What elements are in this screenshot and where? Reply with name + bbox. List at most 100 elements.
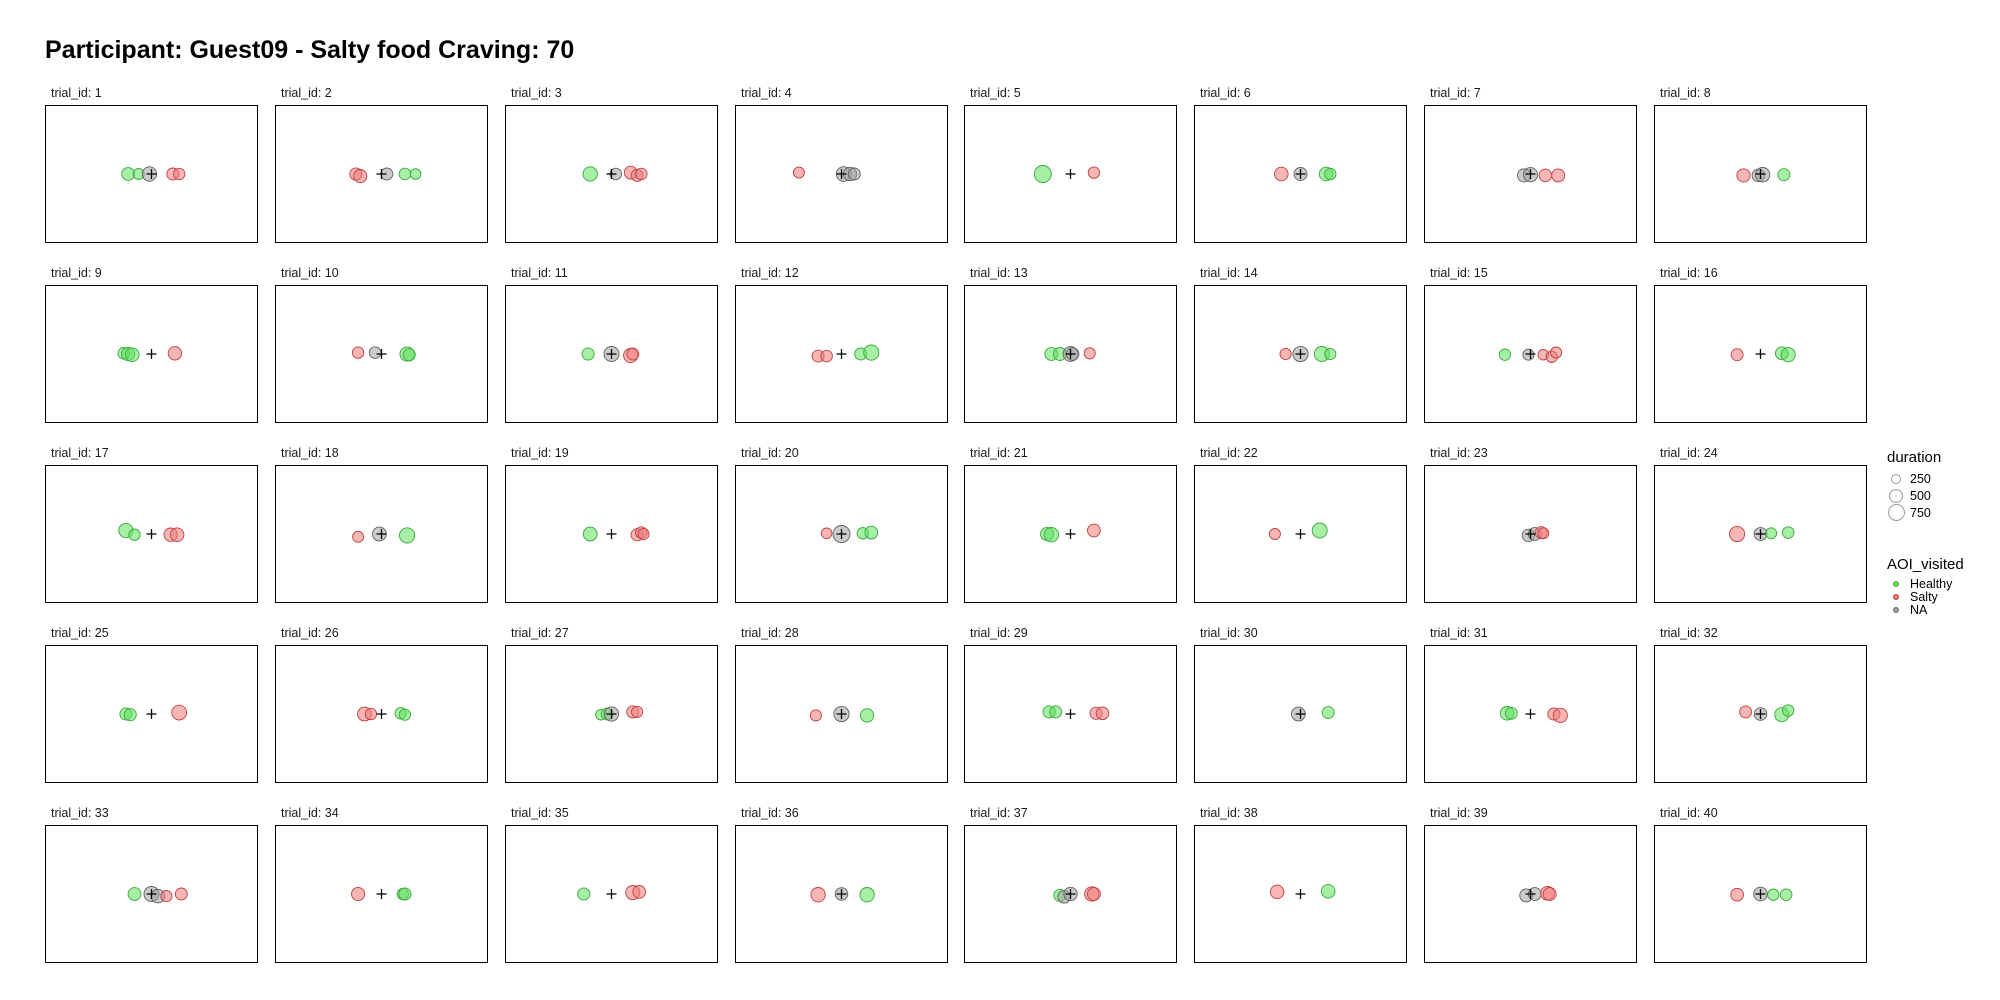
trial-panel: trial_id: 27 [505,626,718,783]
facet-label: trial_id: 10 [281,266,339,280]
panel-border [1194,105,1407,243]
panel-border [1654,285,1867,423]
trial-panel: trial_id: 5 [964,86,1177,243]
trial-panel: trial_id: 9 [45,266,258,423]
trial-panel: trial_id: 3 [505,86,718,243]
aoi-legend-title: AOI_visited [1887,556,1964,573]
facet-label: trial_id: 15 [1430,266,1488,280]
panel-border [735,645,948,783]
trial-panel: trial_id: 10 [275,266,488,423]
trial-panel: trial_id: 28 [735,626,948,783]
panel-border [505,285,718,423]
trial-panel: trial_id: 12 [735,266,948,423]
facet-label: trial_id: 20 [741,446,799,460]
chart-title: Participant: Guest09 - Salty food Cravin… [45,36,575,64]
facet-label: trial_id: 12 [741,266,799,280]
panel-border [964,105,1177,243]
trial-panel: trial_id: 20 [735,446,948,603]
trial-panel: trial_id: 26 [275,626,488,783]
salty-key [1893,593,1899,600]
trial-panel: trial_id: 16 [1654,266,1867,423]
duration-750-key [1887,504,1905,521]
panel-border [1194,285,1407,423]
facet-label: trial_id: 24 [1660,446,1718,460]
trial-panel: trial_id: 33 [45,806,258,963]
aoi-legend-item: Salty [1887,589,1964,604]
trial-panel: trial_id: 18 [275,446,488,603]
trial-panel: trial_id: 32 [1654,626,1867,783]
trial-panel: trial_id: 40 [1654,806,1867,963]
trial-panel: trial_id: 22 [1194,446,1407,603]
panel-border [964,285,1177,423]
trial-panel: trial_id: 15 [1424,266,1637,423]
facet-label: trial_id: 19 [511,446,569,460]
trial-panel: trial_id: 37 [964,806,1177,963]
facet-label: trial_id: 27 [511,626,569,640]
panel-border [964,645,1177,783]
facet-label: trial_id: 4 [741,86,792,100]
facet-label: trial_id: 39 [1430,806,1488,820]
panel-border [505,105,718,243]
panel-border [1194,465,1407,603]
healthy-key [1893,580,1899,587]
trial-panel: trial_id: 14 [1194,266,1407,423]
panel-border [1424,105,1637,243]
panel-border [45,645,258,783]
duration-legend-item: 250 [1887,470,1941,487]
duration-legend-item: 500 [1887,487,1941,504]
panel-border [1424,645,1637,783]
trial-panel: trial_id: 1 [45,86,258,243]
panel-border [1654,465,1867,603]
facet-label: trial_id: 11 [511,266,568,280]
panel-border [275,465,488,603]
panel-border [735,825,948,963]
panel-border [505,825,718,963]
panel-border [735,285,948,423]
facet-label: trial_id: 33 [51,806,109,820]
panel-border [505,645,718,783]
facet-label: trial_id: 34 [281,806,339,820]
panel-border [1654,105,1867,243]
panel-border [1424,825,1637,963]
trial-panel: trial_id: 31 [1424,626,1637,783]
facet-label: trial_id: 38 [1200,806,1258,820]
facet-label: trial_id: 28 [741,626,799,640]
panel-border [275,645,488,783]
panel-border [735,105,948,243]
aoi-legend-item: Healthy [1887,576,1964,591]
panel-border [45,285,258,423]
facet-label: trial_id: 13 [970,266,1028,280]
facet-label: trial_id: 26 [281,626,339,640]
facet-label: trial_id: 2 [281,86,332,100]
duration-250-key [1891,473,1901,484]
trial-panel: trial_id: 39 [1424,806,1637,963]
facet-label: trial_id: 23 [1430,446,1488,460]
facet-label: trial_id: 22 [1200,446,1258,460]
duration-legend-label: 500 [1910,488,1931,503]
facet-label: trial_id: 1 [51,86,102,100]
facet-label: trial_id: 3 [511,86,562,100]
panel-border [275,105,488,243]
trial-panel: trial_id: 19 [505,446,718,603]
aoi-legend-label: Salty [1910,589,1938,604]
panel-border [45,465,258,603]
facet-label: trial_id: 36 [741,806,799,820]
na-key [1893,606,1899,613]
duration-legend-title: duration [1887,449,1942,466]
panel-border [735,465,948,603]
panel-border [1424,465,1637,603]
aoi-legend: AOI_visited Healthy Salty NA [1887,556,1964,617]
aoi-legend-label: Healthy [1910,576,1953,591]
trial-panel: trial_id: 6 [1194,86,1407,243]
facet-label: trial_id: 25 [51,626,109,640]
trial-panel: trial_id: 24 [1654,446,1867,603]
panel-border [1194,825,1407,963]
facet-label: trial_id: 30 [1200,626,1258,640]
panel-border [1654,645,1867,783]
duration-legend-label: 250 [1910,471,1931,486]
panel-border [505,465,718,603]
trial-panel: trial_id: 4 [735,86,948,243]
facet-label: trial_id: 7 [1430,86,1481,100]
facet-label: trial_id: 17 [51,446,109,460]
aoi-legend-item: NA [1887,603,1964,617]
